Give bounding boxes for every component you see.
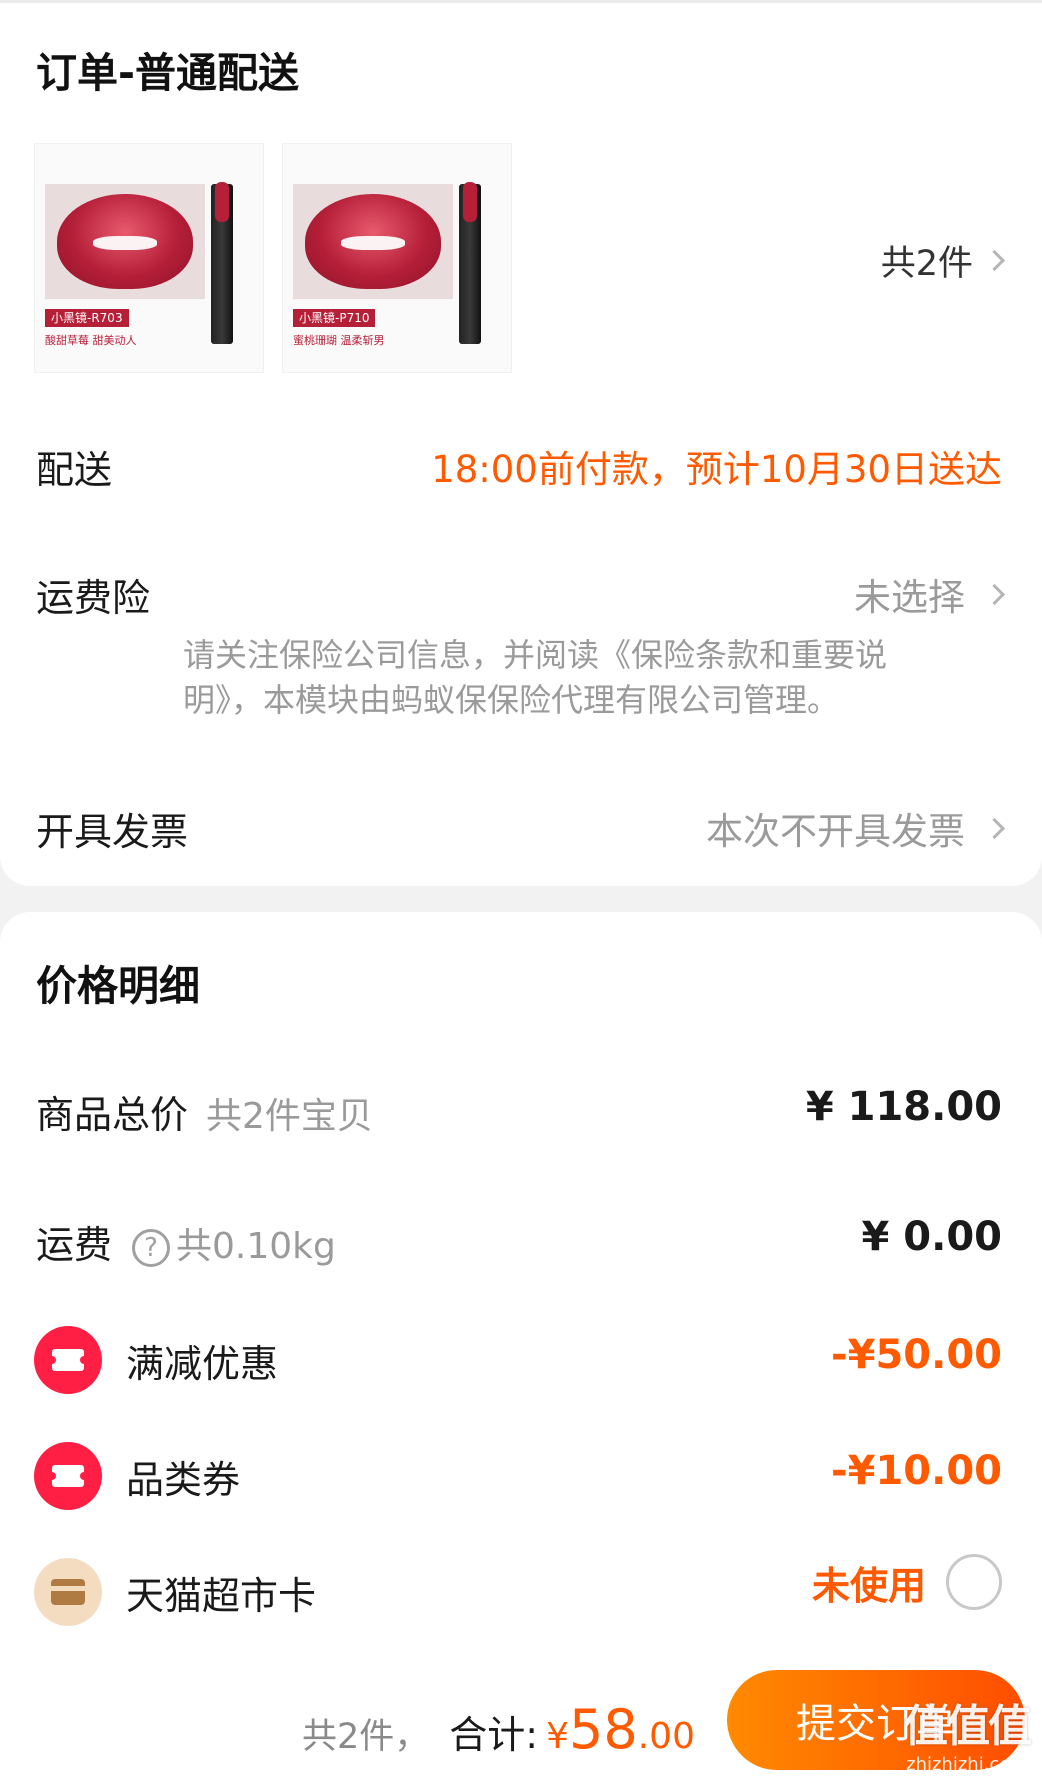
currency-symbol: ¥ bbox=[546, 1716, 569, 1757]
insurance-note: 请关注保险公司信息，并阅读《保险条款和重要说明》，本模块由蚂蚁保保险代理有限公司… bbox=[183, 636, 888, 719]
shipping-insurance-select[interactable]: 未选择 bbox=[854, 567, 1006, 621]
watermark-url: zhizhizhi.com bbox=[906, 1754, 1028, 1775]
category-coupon-value: -¥10.00 bbox=[831, 1448, 1002, 1494]
product-desc: 酸甜草莓 甜美动人 bbox=[45, 334, 137, 347]
delivery-value: 18:00前付款，预计10月30日送达 bbox=[431, 448, 1002, 491]
tmall-card-toggle[interactable]: 未使用 bbox=[812, 1554, 1002, 1610]
category-coupon-row[interactable]: 品类券 bbox=[34, 1442, 240, 1510]
full-reduction-row[interactable]: 满减优惠 bbox=[34, 1326, 278, 1394]
goods-total-value: ¥ 118.00 bbox=[805, 1084, 1002, 1130]
card-icon bbox=[34, 1558, 102, 1626]
shipping-fee-row: 运费? 共0.10kg bbox=[36, 1214, 336, 1269]
question-mark-icon[interactable]: ? bbox=[132, 1228, 171, 1267]
order-title: 订单-普通配送 bbox=[36, 49, 300, 97]
lips-image bbox=[293, 184, 453, 299]
shipping-weight: 共0.10kg bbox=[176, 1226, 336, 1267]
bottom-bar: 共2件， 合计: ¥ 58 .00 提交订单 bbox=[0, 1648, 1042, 1791]
full-reduction-label: 满减优惠 bbox=[126, 1341, 279, 1386]
order-summary: 共2件， 合计: ¥ 58 .00 bbox=[302, 1698, 695, 1761]
full-reduction-value: -¥50.00 bbox=[831, 1332, 1002, 1378]
goods-total-label: 商品总价 bbox=[36, 1093, 189, 1137]
shipping-insurance-value: 未选择 bbox=[854, 576, 965, 619]
watermark-logo: 值值值 bbox=[904, 1701, 1032, 1752]
coupon-icon bbox=[34, 1326, 102, 1394]
chevron-right-icon bbox=[983, 817, 1006, 839]
goods-total-row: 商品总价 共2件宝贝 bbox=[36, 1084, 373, 1139]
watermark: 值值值 zhizhizhi.com bbox=[904, 1690, 1032, 1775]
coupon-icon bbox=[34, 1442, 102, 1510]
shipping-fee-value: ¥ 0.00 bbox=[861, 1214, 1002, 1260]
product-tag: 小黑镜-R703 bbox=[45, 309, 129, 327]
product-desc: 蜜桃珊瑚 温柔斩男 bbox=[293, 334, 385, 347]
radio-button[interactable] bbox=[946, 1554, 1002, 1610]
total-amount-dec: .00 bbox=[637, 1716, 695, 1757]
product-thumbnails[interactable]: 小黑镜-R703 酸甜草莓 甜美动人 小黑镜-P710 蜜桃珊瑚 温柔斩男 bbox=[34, 143, 512, 373]
product-thumbnail[interactable]: 小黑镜-R703 酸甜草莓 甜美动人 bbox=[34, 143, 264, 373]
total-label: 合计: bbox=[449, 1713, 539, 1757]
delivery-label: 配送 bbox=[36, 448, 113, 492]
item-count-link[interactable]: 共2件 bbox=[880, 235, 1006, 286]
product-tag: 小黑镜-P710 bbox=[293, 309, 376, 327]
lips-image bbox=[45, 184, 205, 299]
chevron-right-icon bbox=[983, 249, 1006, 272]
tmall-card-row[interactable]: 天猫超市卡 bbox=[34, 1558, 316, 1626]
tmall-card-label: 天猫超市卡 bbox=[126, 1573, 317, 1618]
category-coupon-label: 品类券 bbox=[126, 1457, 241, 1502]
total-count: 共2件， bbox=[302, 1717, 430, 1757]
invoice-label: 开具发票 bbox=[36, 810, 189, 854]
price-detail-card: 价格明细 商品总价 共2件宝贝 ¥ 118.00 运费? 共0.10kg ¥ 0.0… bbox=[0, 912, 1042, 1672]
shipping-fee-label: 运费 bbox=[36, 1223, 113, 1267]
tmall-card-status: 未使用 bbox=[811, 1563, 926, 1608]
lipstick-tube-image bbox=[459, 182, 481, 344]
order-card: 订单-普通配送 小黑镜-R703 酸甜草莓 甜美动人 小黑镜-P710 蜜桃珊瑚… bbox=[0, 0, 1042, 886]
price-title: 价格明细 bbox=[36, 962, 200, 1010]
goods-total-sub: 共2件宝贝 bbox=[206, 1096, 373, 1137]
chevron-right-icon bbox=[983, 583, 1006, 605]
shipping-insurance-label: 运费险 bbox=[36, 576, 151, 620]
invoice-value: 本次不开具发票 bbox=[706, 810, 965, 853]
item-count-label: 共2件 bbox=[880, 244, 973, 284]
lipstick-tube-image bbox=[211, 182, 233, 344]
total-amount-int: 58 bbox=[569, 1698, 638, 1761]
product-thumbnail[interactable]: 小黑镜-P710 蜜桃珊瑚 温柔斩男 bbox=[282, 143, 512, 373]
order-confirm-page: 订单-普通配送 小黑镜-R703 酸甜草莓 甜美动人 小黑镜-P710 蜜桃珊瑚… bbox=[0, 0, 1042, 1791]
invoice-select[interactable]: 本次不开具发票 bbox=[706, 801, 1006, 855]
